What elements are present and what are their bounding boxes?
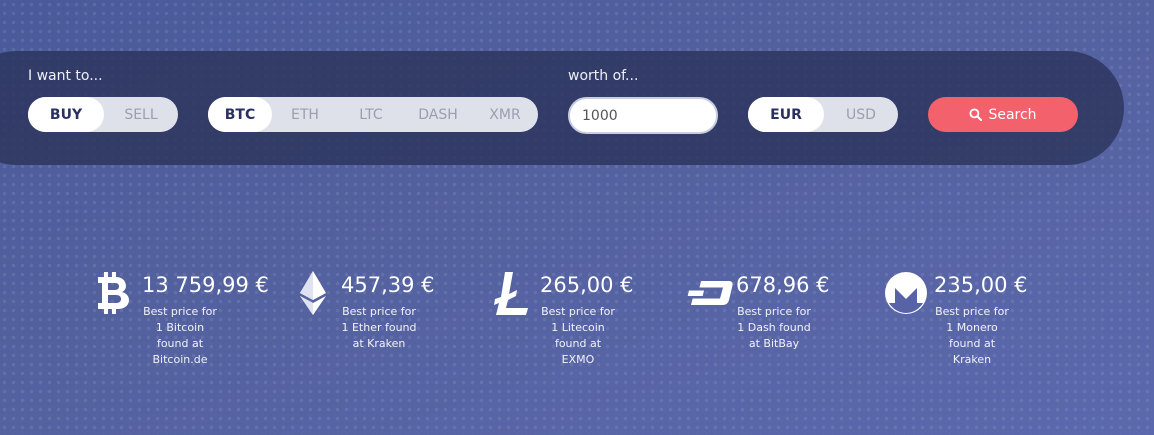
fiat-option-eur[interactable]: EUR xyxy=(748,97,824,132)
worth-label: worth of... xyxy=(568,68,639,84)
search-icon xyxy=(969,108,983,121)
litecoin-icon xyxy=(490,270,534,316)
currency-option-eth[interactable]: ETH xyxy=(272,97,338,132)
bitcoin-icon xyxy=(92,270,136,316)
coin-card-dash: 678,96 € Best price for 1 Dash found at … xyxy=(686,270,866,380)
fiat-option-usd[interactable]: USD xyxy=(824,97,898,132)
coin-price: 235,00 € xyxy=(934,273,1028,297)
currency-option-xmr[interactable]: XMR xyxy=(472,97,538,132)
monero-icon xyxy=(884,270,928,316)
amount-input[interactable] xyxy=(568,97,718,134)
coin-price: 265,00 € xyxy=(540,273,634,297)
coin-description: Best price for 1 Bitcoin found at Bitcoi… xyxy=(143,305,217,366)
coin-card-ethereum: 457,39 € Best price for 1 Ether found at… xyxy=(291,270,471,380)
search-label: Search xyxy=(988,106,1037,123)
currency-toggle: BTC ETH LTC DASH XMR xyxy=(208,97,538,132)
coin-description: Best price for 1 Ether found at Kraken xyxy=(341,305,417,350)
fiat-toggle: EUR USD xyxy=(748,97,898,132)
coin-card-litecoin: 265,00 € Best price for 1 Litecoin found… xyxy=(490,270,670,380)
coin-price: 13 759,99 € xyxy=(142,273,269,297)
currency-option-ltc[interactable]: LTC xyxy=(338,97,404,132)
search-button[interactable]: Search xyxy=(928,97,1078,132)
sell-option[interactable]: SELL xyxy=(104,97,178,132)
currency-option-btc[interactable]: BTC xyxy=(208,97,272,132)
coin-card-monero: 235,00 € Best price for 1 Monero found a… xyxy=(884,270,1064,380)
dash-icon xyxy=(686,270,734,316)
coin-price: 678,96 € xyxy=(736,273,830,297)
currency-option-dash[interactable]: DASH xyxy=(404,97,472,132)
coin-description: Best price for 1 Monero found at Kraken xyxy=(935,305,1009,366)
action-toggle: BUY SELL xyxy=(28,97,178,132)
coin-card-bitcoin: 13 759,99 € Best price for 1 Bitcoin fou… xyxy=(92,270,272,380)
coin-description: Best price for 1 Dash found at BitBay xyxy=(737,305,811,350)
coin-price: 457,39 € xyxy=(341,273,435,297)
want-label: I want to... xyxy=(28,68,103,84)
buy-option[interactable]: BUY xyxy=(28,97,104,132)
coin-description: Best price for 1 Litecoin found at EXMO xyxy=(541,305,615,366)
ethereum-icon xyxy=(291,270,335,316)
